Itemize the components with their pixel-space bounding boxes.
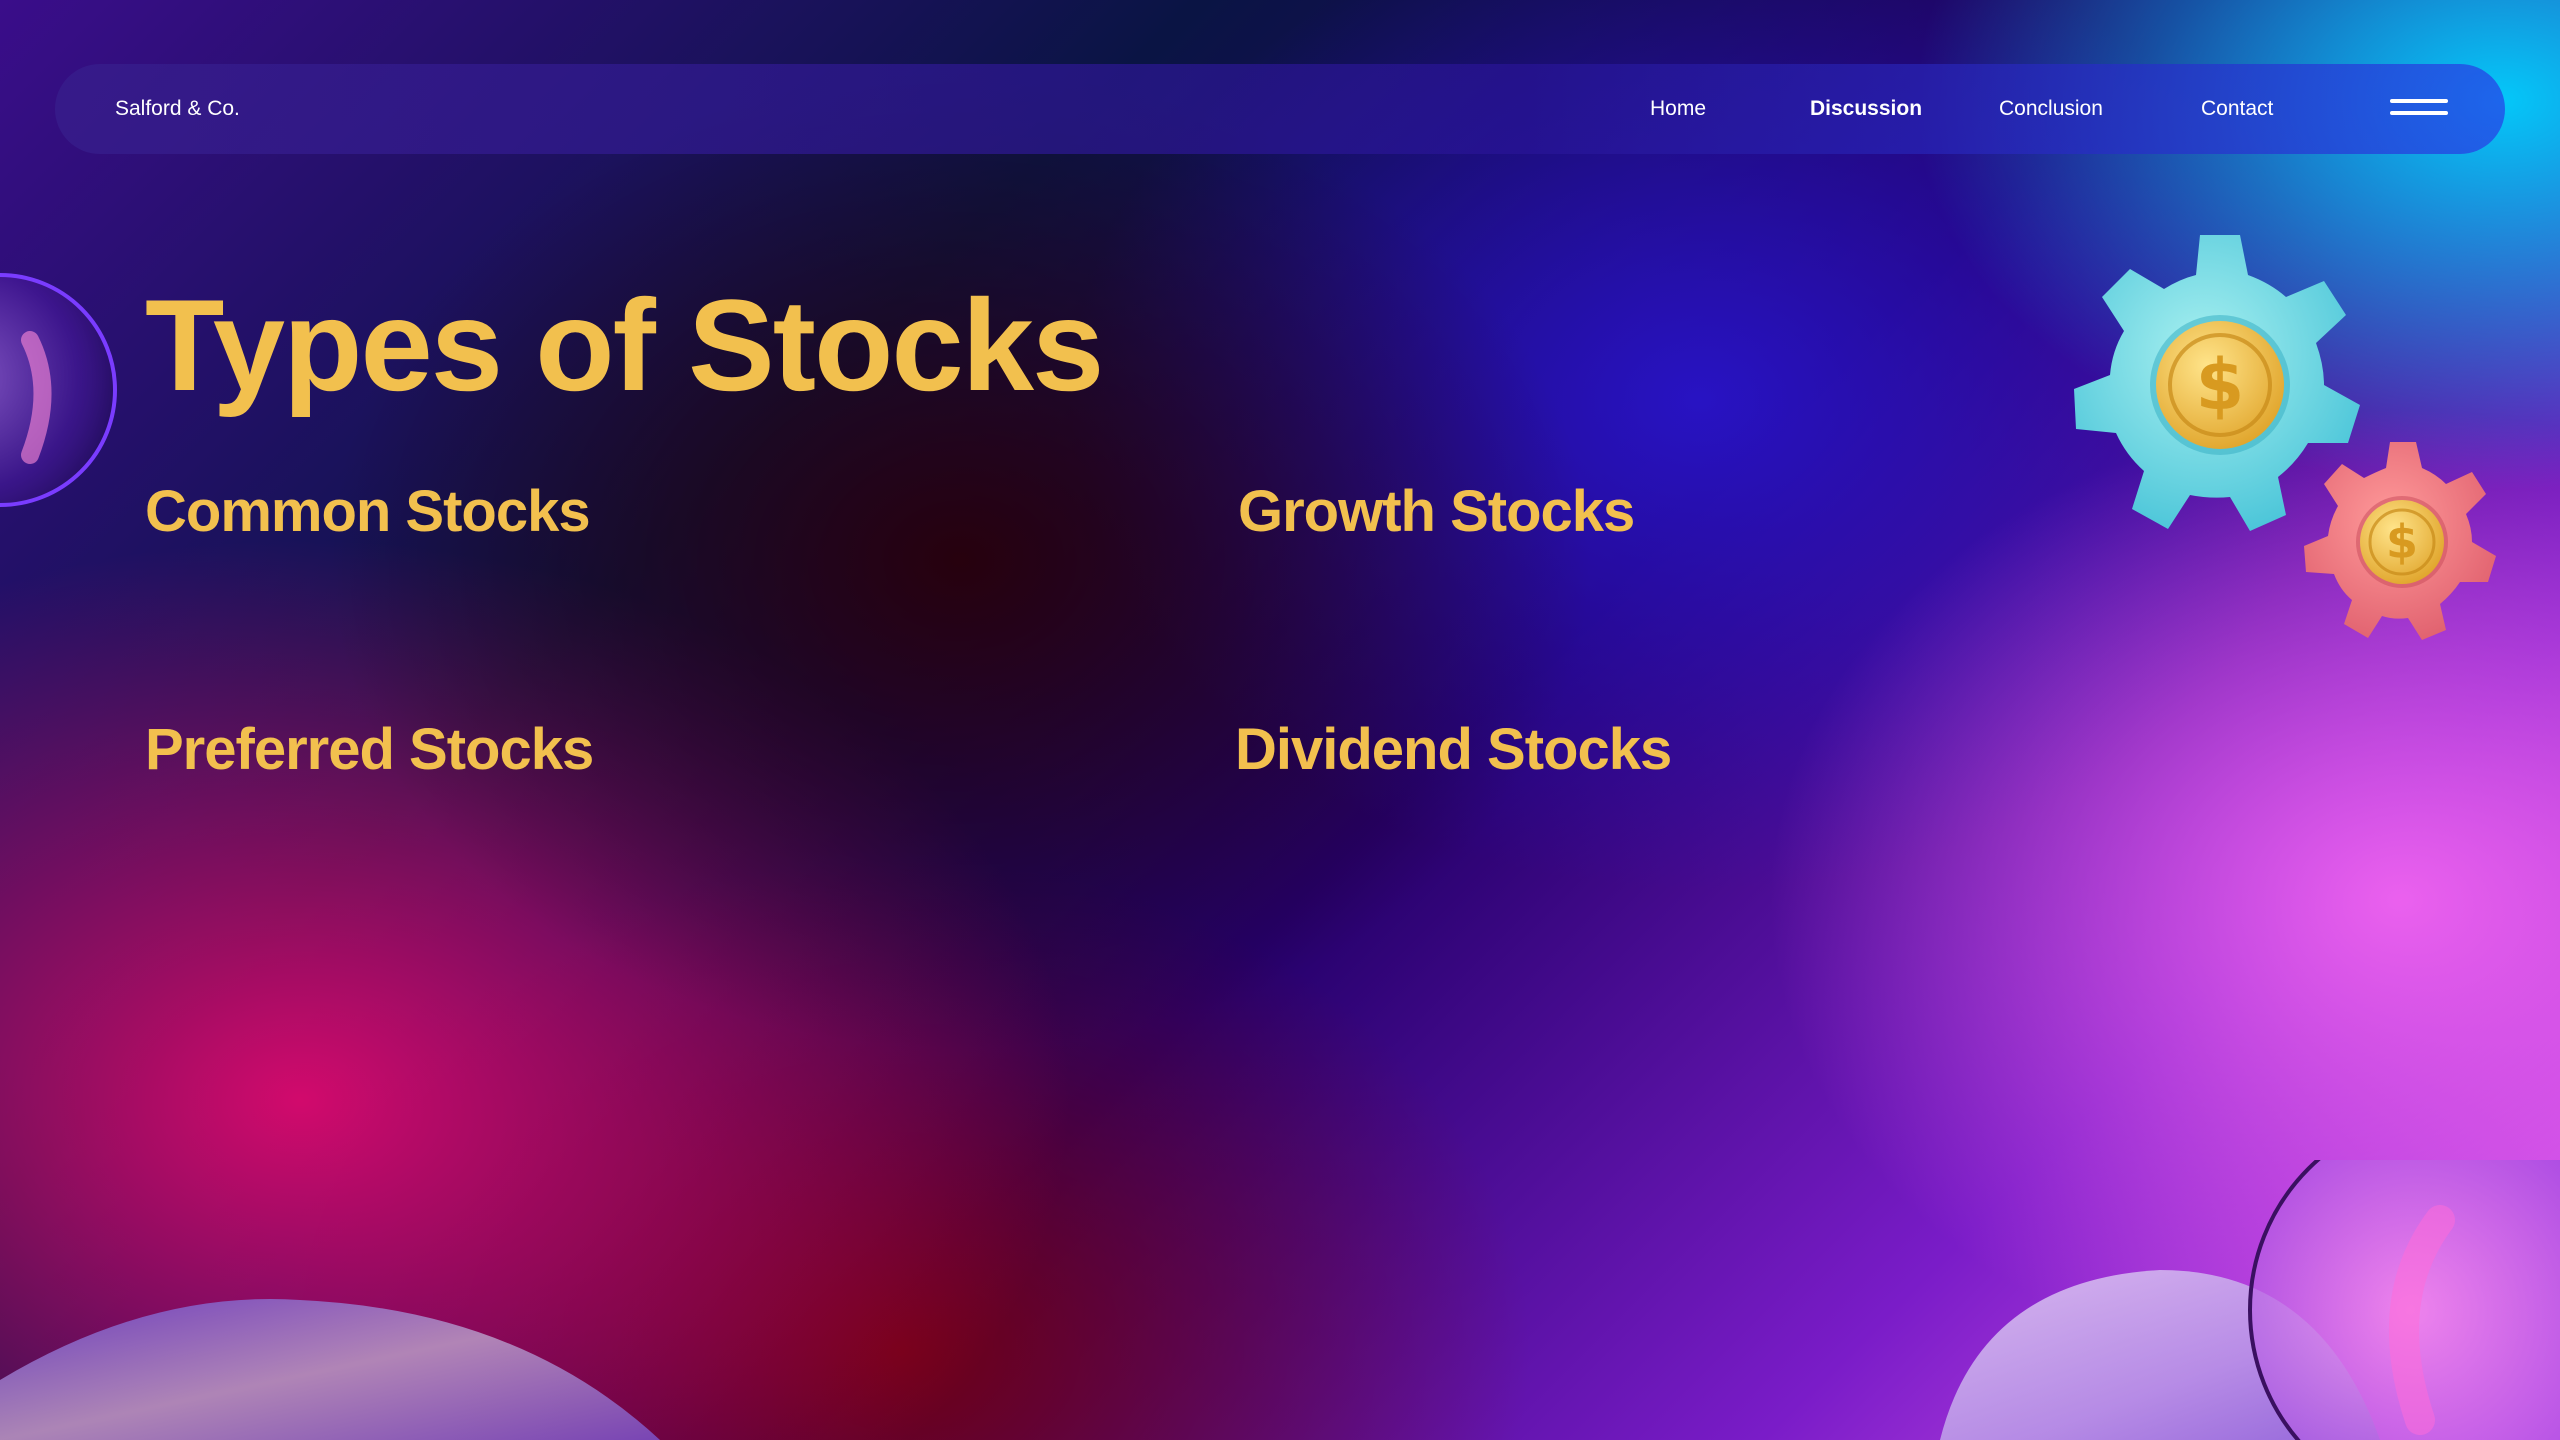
brand-name[interactable]: Salford & Co. bbox=[115, 64, 240, 154]
nav-link-home[interactable]: Home bbox=[1650, 64, 1706, 154]
nav-link-discussion[interactable]: Discussion bbox=[1810, 64, 1922, 154]
svg-text:$: $ bbox=[2196, 344, 2245, 426]
hamburger-menu-icon[interactable] bbox=[2390, 97, 2448, 121]
page-title: Types of Stocks bbox=[145, 272, 1104, 418]
hamburger-line bbox=[2390, 99, 2448, 103]
nav-link-conclusion[interactable]: Conclusion bbox=[1999, 64, 2103, 154]
stock-type-growth: Growth Stocks bbox=[1238, 479, 1635, 544]
stock-type-dividend: Dividend Stocks bbox=[1235, 717, 1672, 782]
slide-canvas: $ $ Salford & Co. Home Discussion Conclu… bbox=[0, 0, 2560, 1440]
stock-type-preferred: Preferred Stocks bbox=[145, 717, 594, 782]
hamburger-line bbox=[2390, 111, 2448, 115]
gear-coin-small-icon: $ bbox=[2304, 442, 2496, 640]
bubble-left-decoration bbox=[0, 273, 117, 507]
stock-type-common: Common Stocks bbox=[145, 479, 591, 544]
svg-text:$: $ bbox=[2386, 515, 2418, 569]
top-navigation-bar: Salford & Co. Home Discussion Conclusion… bbox=[55, 64, 2505, 154]
bubble-bottom-left-decoration bbox=[0, 1299, 660, 1440]
nav-link-contact[interactable]: Contact bbox=[2201, 64, 2273, 154]
bubble-bottom-right-decoration bbox=[1940, 1160, 2560, 1440]
